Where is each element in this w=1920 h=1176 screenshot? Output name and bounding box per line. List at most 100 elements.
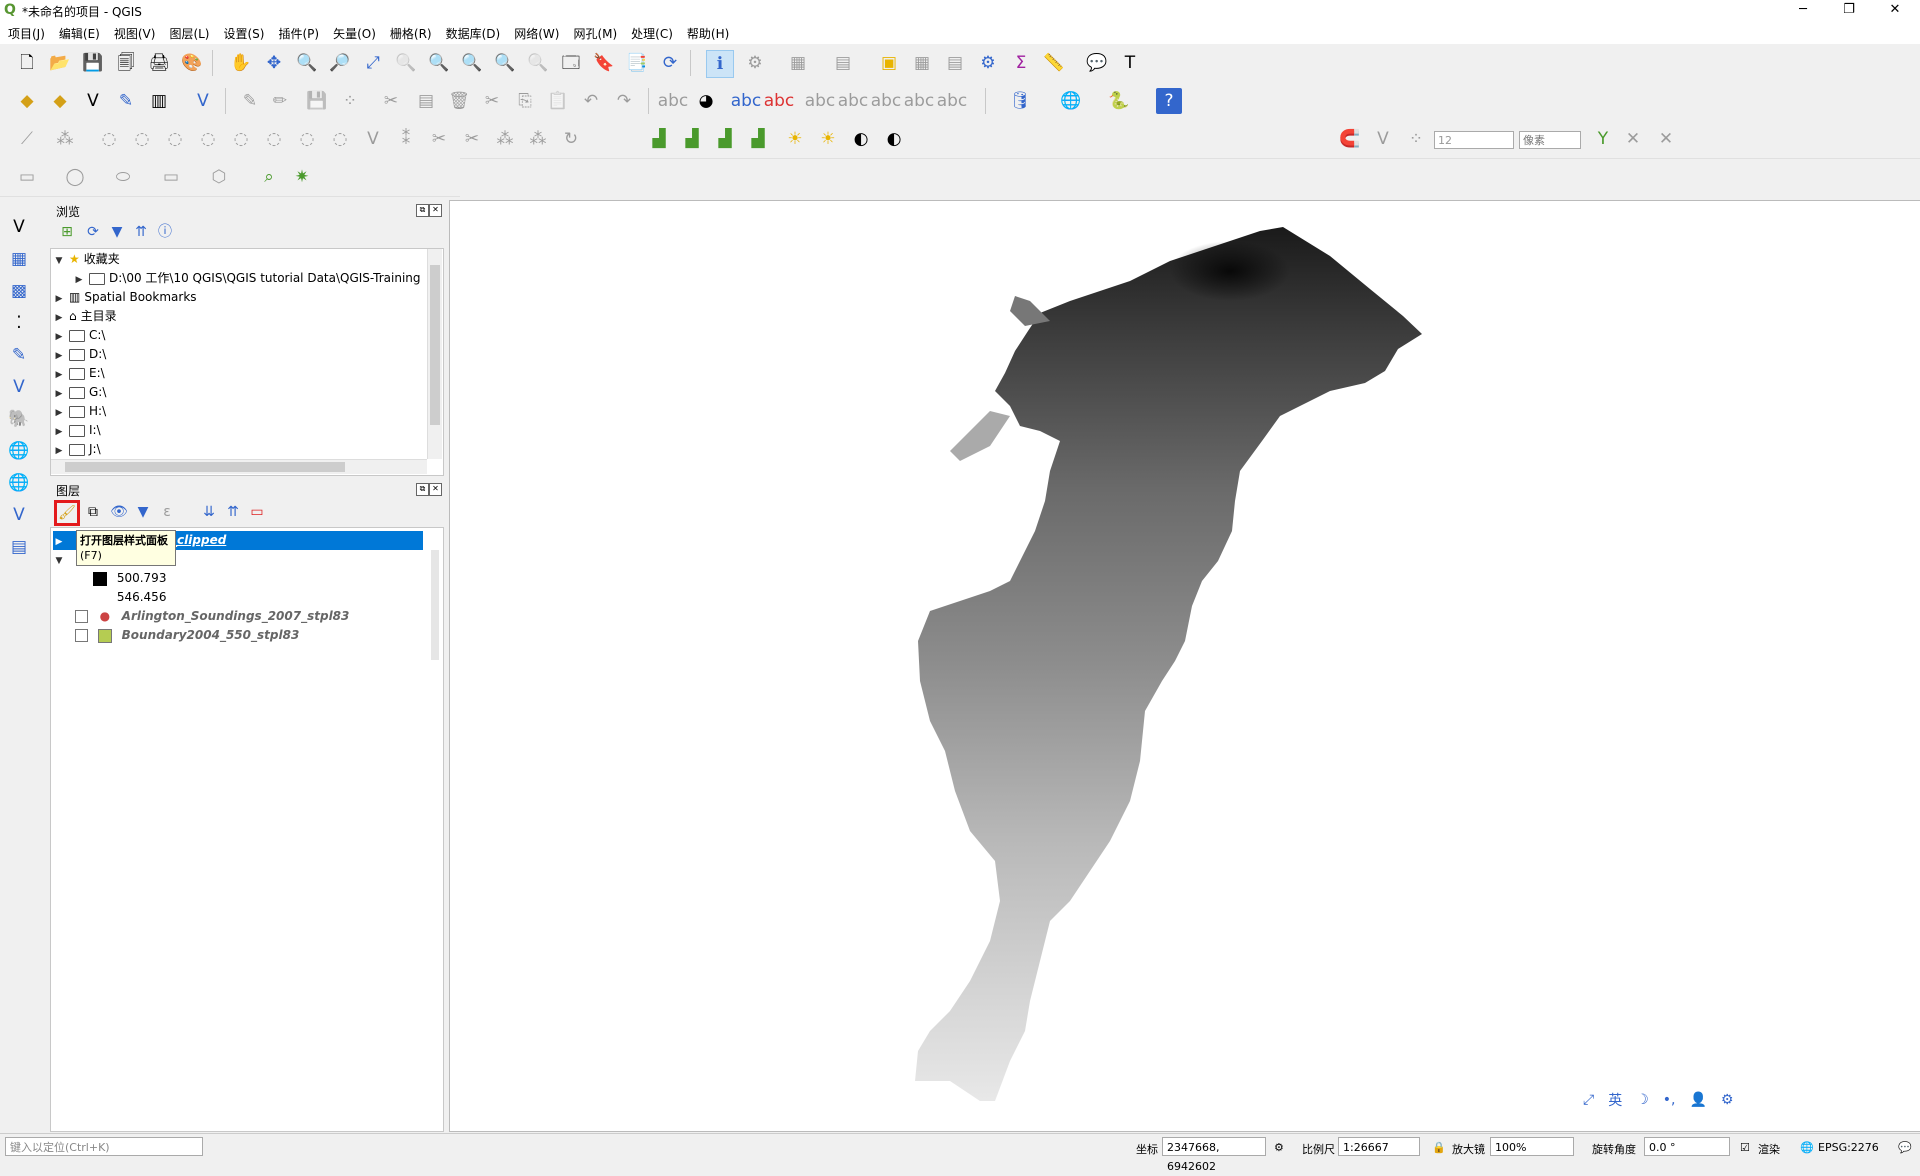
new-virtual-layer-icon[interactable]: ▥: [146, 88, 172, 114]
rotate-feature-icon[interactable]: ⁂: [52, 126, 78, 152]
manage-map-themes-icon[interactable]: 👁: [108, 501, 130, 523]
locator-search-input[interactable]: 键入以定位(Ctrl+K): [5, 1137, 203, 1156]
menu-database[interactable]: 数据库(D): [438, 22, 507, 42]
scrollbar-thumb[interactable]: [430, 265, 440, 425]
save-project-icon[interactable]: 💾: [80, 50, 106, 76]
filter-by-expression-icon[interactable]: ε: [156, 501, 178, 523]
menu-raster[interactable]: 栅格(R): [382, 22, 438, 42]
new-bookmark-icon[interactable]: 🔖: [591, 50, 617, 76]
browser-item-drive-g[interactable]: ▶ G:\: [53, 383, 107, 402]
menu-plugins[interactable]: 插件(P): [270, 22, 325, 42]
ime-punctuation-icon[interactable]: •,: [1663, 1092, 1676, 1108]
add-wms-icon[interactable]: 🌐: [6, 438, 32, 464]
collapse-all-layers-icon[interactable]: ⇈: [222, 501, 244, 523]
snapping-magnet-icon[interactable]: 🧲: [1337, 126, 1363, 152]
close-panel-icon[interactable]: ✕: [429, 204, 442, 217]
fill-ring-icon[interactable]: ◌: [195, 126, 221, 152]
add-circle-icon[interactable]: ◯: [62, 164, 88, 190]
copy-features-icon[interactable]: ⎘: [512, 88, 538, 114]
statistical-summary-icon[interactable]: Σ: [1008, 50, 1034, 76]
data-source-manager-icon[interactable]: ◆: [14, 88, 40, 114]
filter-browser-icon[interactable]: ▼: [106, 221, 128, 243]
increase-contrast-icon[interactable]: ◐: [848, 126, 874, 152]
menu-settings[interactable]: 设置(S): [216, 22, 271, 42]
processing-toolbox-icon[interactable]: ⚙: [975, 50, 1001, 76]
print-layout-icon[interactable]: 🖨: [146, 50, 172, 76]
merge-attributes-icon[interactable]: ⁂: [525, 126, 551, 152]
menu-view[interactable]: 视图(V): [106, 22, 162, 42]
add-ellipse-icon[interactable]: ⬭: [110, 164, 136, 190]
map-tips-icon[interactable]: 💬: [1084, 50, 1110, 76]
pan-to-selection-icon[interactable]: ✥: [261, 50, 287, 76]
db-manager-icon[interactable]: 🛢: [1007, 88, 1033, 114]
new-shapefile-icon[interactable]: V: [80, 88, 106, 114]
new-spatialite-icon[interactable]: ✎: [113, 88, 139, 114]
ime-switch-icon[interactable]: ⤢: [1583, 1092, 1594, 1108]
topological-editing-icon[interactable]: Y: [1590, 126, 1616, 152]
zoom-out-icon[interactable]: 🔎: [327, 50, 353, 76]
menu-edit[interactable]: 编辑(E): [51, 22, 106, 42]
menu-mesh[interactable]: 网孔(M): [565, 22, 623, 42]
layer-item-boundary[interactable]: Boundary2004_550_stpl83: [75, 626, 299, 645]
filter-legend-icon[interactable]: ▼: [132, 501, 154, 523]
identify-features-icon[interactable]: ℹ: [706, 50, 734, 78]
merge-features-icon[interactable]: ⁂: [492, 126, 518, 152]
menu-project[interactable]: 项目(J): [0, 22, 51, 42]
toggle-editing-icon[interactable]: ✏: [267, 88, 293, 114]
rotate-point-symbols-icon[interactable]: ↻: [558, 126, 584, 152]
lock-scale-icon[interactable]: 🔒: [1432, 1141, 1446, 1154]
layer-visibility-checkbox[interactable]: [75, 629, 88, 642]
rotation-spinbox[interactable]: 0.0 °: [1644, 1137, 1730, 1156]
browser-horizontal-scrollbar[interactable]: [51, 459, 427, 474]
layers-scroll-indicator[interactable]: [431, 550, 439, 660]
delete-selected-icon[interactable]: 🗑: [446, 88, 472, 114]
collapse-all-icon[interactable]: ⇈: [130, 221, 152, 243]
layer-diagram-icon[interactable]: ◕: [693, 88, 719, 114]
zoom-to-selection-icon[interactable]: 🔍: [393, 50, 419, 76]
map-canvas[interactable]: ⤢ 英 ☽ •, 👤 ⚙: [449, 200, 1920, 1132]
maximize-button[interactable]: ❐: [1826, 0, 1872, 22]
add-mesh-layer-icon[interactable]: ▩: [6, 278, 32, 304]
refresh-icon[interactable]: ⟳: [657, 50, 683, 76]
browser-item-drive-d[interactable]: ▶ D:\: [53, 345, 107, 364]
move-label-icon[interactable]: abc: [838, 88, 869, 114]
add-rectangle-icon[interactable]: ▭: [158, 164, 184, 190]
remove-layer-icon[interactable]: ▭: [246, 501, 268, 523]
add-delimited-text-icon[interactable]: ⁚: [6, 310, 32, 336]
metasearch-icon[interactable]: 🌐: [1058, 88, 1084, 114]
show-hide-labels-icon[interactable]: abc: [805, 88, 836, 114]
highlight-pinned-labels-icon[interactable]: abc: [731, 88, 762, 114]
zoom-next-icon[interactable]: 🔍: [525, 50, 551, 76]
properties-info-icon[interactable]: ⓘ: [154, 221, 176, 243]
python-console-icon[interactable]: 🐍: [1106, 88, 1132, 114]
decrease-brightness-icon[interactable]: ☀: [815, 126, 841, 152]
expand-all-icon[interactable]: ⇊: [198, 501, 220, 523]
add-group-icon[interactable]: ⧉: [82, 501, 104, 523]
add-spatialite-icon[interactable]: ✎: [6, 342, 32, 368]
open-attribute-table-icon[interactable]: ⚙: [742, 50, 768, 76]
trim-extend-icon[interactable]: ⁑: [393, 126, 419, 152]
ime-settings-icon[interactable]: ⚙: [1721, 1092, 1734, 1108]
gps-tools-icon[interactable]: ⌕: [256, 164, 282, 190]
scrollbar-thumb[interactable]: [65, 462, 345, 472]
select-by-value-icon[interactable]: ▤: [830, 50, 856, 76]
zoom-in-icon[interactable]: 🔍: [294, 50, 320, 76]
delete-ring-icon[interactable]: ◌: [228, 126, 254, 152]
browser-item-drive-i[interactable]: ▶ I:\: [53, 421, 101, 440]
increase-brightness-icon[interactable]: ☀: [782, 126, 808, 152]
reverse-line-icon[interactable]: V: [360, 126, 386, 152]
save-as-icon[interactable]: 🗐: [113, 50, 139, 76]
pin-labels-icon[interactable]: abc: [764, 88, 795, 114]
float-panel-icon[interactable]: ⧉: [416, 483, 429, 496]
browser-item-favorites[interactable]: ▼ ★ 收藏夹: [53, 250, 120, 269]
digitize-curve-icon[interactable]: ⟋: [14, 126, 40, 152]
split-parts-icon[interactable]: ✂: [459, 126, 485, 152]
open-project-icon[interactable]: 📂: [47, 50, 73, 76]
expand-arrow-icon[interactable]: ▶: [53, 442, 65, 459]
open-layer-styling-icon[interactable]: 🖌: [54, 500, 80, 526]
collapse-arrow-icon[interactable]: ▼: [53, 252, 65, 271]
redo-icon[interactable]: ↷: [611, 88, 637, 114]
browser-item-drive-e[interactable]: ▶ E:\: [53, 364, 105, 383]
simplify-icon[interactable]: ◌: [96, 126, 122, 152]
add-vector-layer-icon[interactable]: V: [6, 214, 32, 240]
